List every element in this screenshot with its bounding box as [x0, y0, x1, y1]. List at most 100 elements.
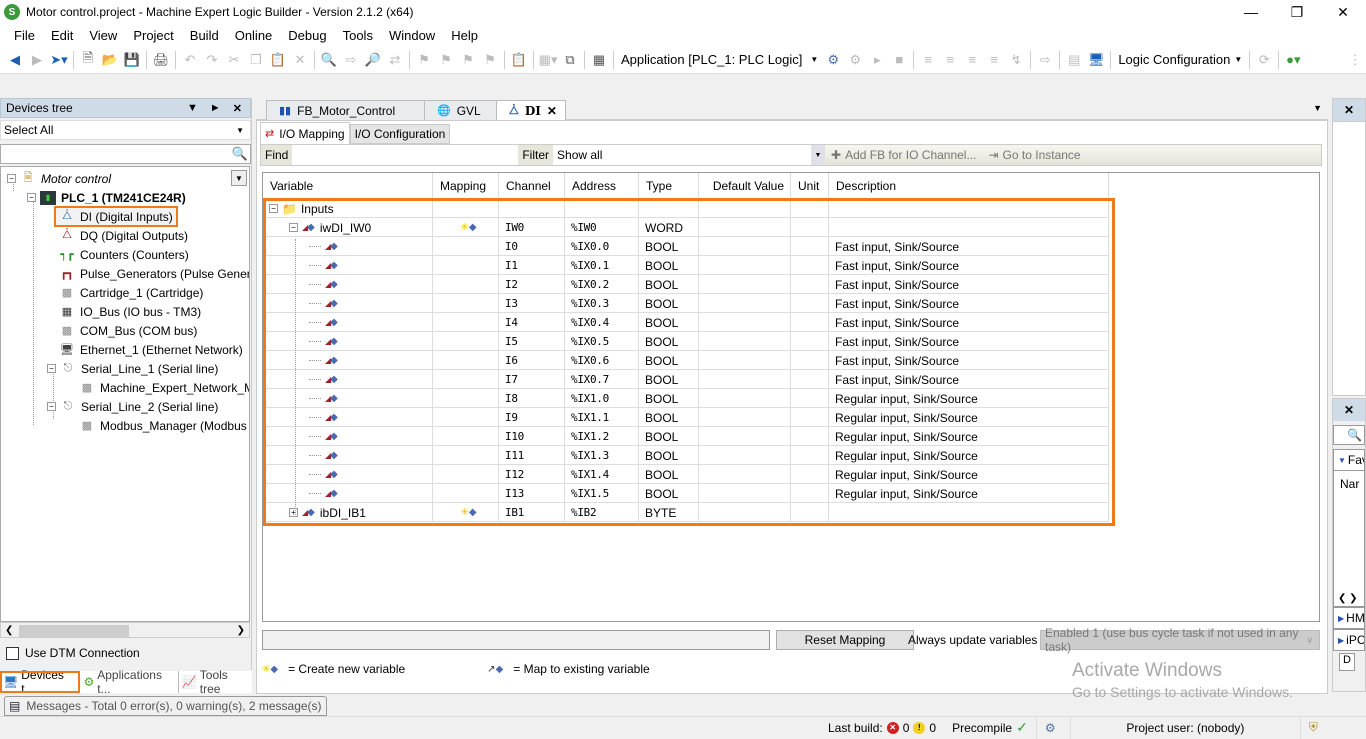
- paste-icon[interactable]: 📋: [267, 49, 289, 71]
- library-search-icon[interactable]: 🔍: [1333, 425, 1365, 445]
- tab-devices-tree[interactable]: 🖥 Devices t...: [0, 668, 81, 696]
- hmi-section[interactable]: ▶ HM: [1333, 607, 1365, 629]
- keypad-icon[interactable]: ▦: [588, 49, 610, 71]
- tree-node-modbus-manager[interactable]: ▩ Modbus_Manager (Modbus Manager): [79, 416, 249, 435]
- right-panel-tab[interactable]: D: [1339, 653, 1355, 671]
- tree-node-cartridge[interactable]: ▩ Cartridge_1 (Cartridge): [59, 283, 204, 302]
- find-replace-icon[interactable]: 🔎: [362, 49, 384, 71]
- ipc-section[interactable]: ▶ iPC: [1333, 629, 1365, 651]
- close-window-button[interactable]: ✕: [1320, 0, 1366, 24]
- messages-tab[interactable]: ▤ Messages - Total 0 error(s), 0 warning…: [4, 696, 327, 716]
- go-to-instance-button[interactable]: ⇥ Go to Instance: [982, 148, 1086, 162]
- close-panel-icon[interactable]: ✕: [1333, 99, 1365, 121]
- close-panel-icon[interactable]: ✕: [233, 102, 242, 115]
- tab-tools-tree[interactable]: 📈 Tools tree: [177, 668, 252, 696]
- filter-combo[interactable]: Show all: [553, 145, 812, 165]
- tree-node-network-manager[interactable]: ▩ Machine_Expert_Network_Manager: [79, 378, 249, 397]
- step-over-icon[interactable]: ≡: [917, 49, 939, 71]
- menu-tools[interactable]: Tools: [335, 28, 381, 43]
- tab-fb-motor-control[interactable]: ▮▮ FB_Motor_Control: [266, 100, 426, 120]
- tree-node-pulse-generators[interactable]: ┏┓ Pulse_Generators (Pulse Generators): [59, 264, 249, 283]
- menu-project[interactable]: Project: [125, 28, 181, 43]
- close-panel-icon[interactable]: ✕: [1333, 399, 1365, 421]
- tab-io-mapping[interactable]: ⇄ I/O Mapping: [260, 122, 350, 144]
- stop-icon[interactable]: ■: [888, 49, 910, 71]
- tree-node-digital-inputs[interactable]: ⧊ DI (Digital Inputs): [54, 206, 178, 227]
- undo-icon[interactable]: ↶: [179, 49, 201, 71]
- menu-debug[interactable]: Debug: [280, 28, 334, 43]
- close-tab-icon[interactable]: ✕: [547, 104, 557, 118]
- insert-dropdown-icon[interactable]: ▦▾: [537, 49, 559, 71]
- run-icon[interactable]: ▸: [866, 49, 888, 71]
- column-header-unit[interactable]: Unit: [791, 173, 829, 199]
- tree-node-io-bus[interactable]: ▦ IO_Bus (IO bus - TM3): [59, 302, 201, 321]
- copy-icon[interactable]: ❐: [245, 49, 267, 71]
- column-header-mapping[interactable]: Mapping: [433, 173, 499, 199]
- tree-node-counters[interactable]: ┑┏ Counters (Counters): [59, 245, 188, 264]
- panel-menu-icon[interactable]: ▼: [187, 102, 198, 115]
- add-fb-button[interactable]: ✚ Add FB for IO Channel...: [825, 148, 982, 162]
- column-header-default-value[interactable]: Default Value: [699, 173, 791, 199]
- tab-applications-tree[interactable]: ⚙ Applications t...: [80, 668, 177, 696]
- use-dtm-connection[interactable]: Use DTM Connection: [6, 646, 140, 660]
- menu-view[interactable]: View: [81, 28, 125, 43]
- dtm-checkbox[interactable]: [6, 646, 19, 660]
- tab-list-dropdown-icon[interactable]: ▼: [1313, 103, 1322, 113]
- print-icon[interactable]: 🖨: [150, 49, 172, 71]
- back-icon[interactable]: ◀: [4, 49, 26, 71]
- find-next-icon[interactable]: ⇨: [340, 49, 362, 71]
- next-bookmark-icon[interactable]: ⚑: [435, 49, 457, 71]
- run-to-cursor-icon[interactable]: ≡: [983, 49, 1005, 71]
- column-header-address[interactable]: Address: [565, 173, 639, 199]
- save-icon[interactable]: 💾: [121, 49, 143, 71]
- tree-horizontal-scrollbar[interactable]: ❮ ❯: [0, 622, 250, 638]
- filter-dropdown-icon[interactable]: ▼: [811, 145, 826, 165]
- cut-icon[interactable]: ✂: [223, 49, 245, 71]
- collapse-icon[interactable]: −: [7, 174, 16, 183]
- menu-file[interactable]: File: [6, 28, 43, 43]
- collapse-icon[interactable]: −: [47, 364, 56, 373]
- find-input[interactable]: [292, 145, 519, 165]
- tree-node-com-bus[interactable]: ▩ COM_Bus (COM bus): [59, 321, 198, 340]
- application-combo[interactable]: Application [PLC_1: PLC Logic] ▼: [617, 48, 823, 71]
- replace-icon[interactable]: ⇄: [384, 49, 406, 71]
- reset-mapping-button[interactable]: Reset Mapping: [776, 630, 914, 650]
- clear-bookmarks-icon[interactable]: ⚑: [479, 49, 501, 71]
- logout-icon[interactable]: ⚙: [844, 49, 866, 71]
- find-icon[interactable]: 🔍: [318, 49, 340, 71]
- tree-dropdown-icon[interactable]: ▼: [231, 170, 247, 186]
- redo-icon[interactable]: ↷: [201, 49, 223, 71]
- scroll-right-icon[interactable]: ❯: [237, 625, 245, 636]
- tree-node-plc[interactable]: − ▮ PLC_1 (TM241CE24R): [27, 188, 186, 207]
- collapse-icon[interactable]: −: [47, 402, 56, 411]
- column-header-type[interactable]: Type: [639, 173, 699, 199]
- scrollbar-thumb[interactable]: [19, 625, 129, 637]
- set-next-statement-icon[interactable]: ↯: [1005, 49, 1027, 71]
- configuration-combo[interactable]: Logic Configuration ▼: [1114, 48, 1247, 71]
- devices-search-input[interactable]: 🔍: [0, 144, 251, 164]
- minimize-button[interactable]: —: [1228, 0, 1274, 24]
- tree-node-serial-line-1[interactable]: − ⎋ Serial_Line_1 (Serial line): [47, 359, 218, 378]
- menu-online[interactable]: Online: [227, 28, 281, 43]
- tab-di[interactable]: ⧊ DI ✕: [496, 100, 566, 120]
- step-out-icon[interactable]: ≡: [961, 49, 983, 71]
- clipboard-icon[interactable]: 📋: [508, 49, 530, 71]
- simulation-icon[interactable]: ▤: [1063, 49, 1085, 71]
- menu-edit[interactable]: Edit: [43, 28, 81, 43]
- new-file-icon[interactable]: 🗎: [77, 49, 99, 71]
- menu-help[interactable]: Help: [443, 28, 486, 43]
- menu-window[interactable]: Window: [381, 28, 443, 43]
- restore-button[interactable]: ❐: [1274, 0, 1320, 24]
- export-icon[interactable]: ⧉: [559, 49, 581, 71]
- security-dropdown-icon[interactable]: ●▾: [1282, 49, 1304, 71]
- always-update-combo[interactable]: Enabled 1 (use bus cycle task if not use…: [1040, 626, 1320, 654]
- forward-icon[interactable]: ▶: [26, 49, 48, 71]
- tab-gvl[interactable]: 🌐 GVL: [424, 100, 498, 120]
- tree-node-digital-outputs[interactable]: ⧊ DQ (Digital Outputs): [59, 226, 188, 245]
- tree-node-ethernet[interactable]: 🖥 Ethernet_1 (Ethernet Network): [59, 340, 243, 359]
- column-header-channel[interactable]: Channel: [499, 173, 565, 199]
- favorites-section[interactable]: ▼ Fav: [1333, 449, 1365, 471]
- scroll-left-icon[interactable]: ❮: [5, 625, 13, 636]
- login-icon[interactable]: ⚙: [822, 49, 844, 71]
- tree-node-motor-control[interactable]: − 🗎 Motor control: [7, 169, 111, 188]
